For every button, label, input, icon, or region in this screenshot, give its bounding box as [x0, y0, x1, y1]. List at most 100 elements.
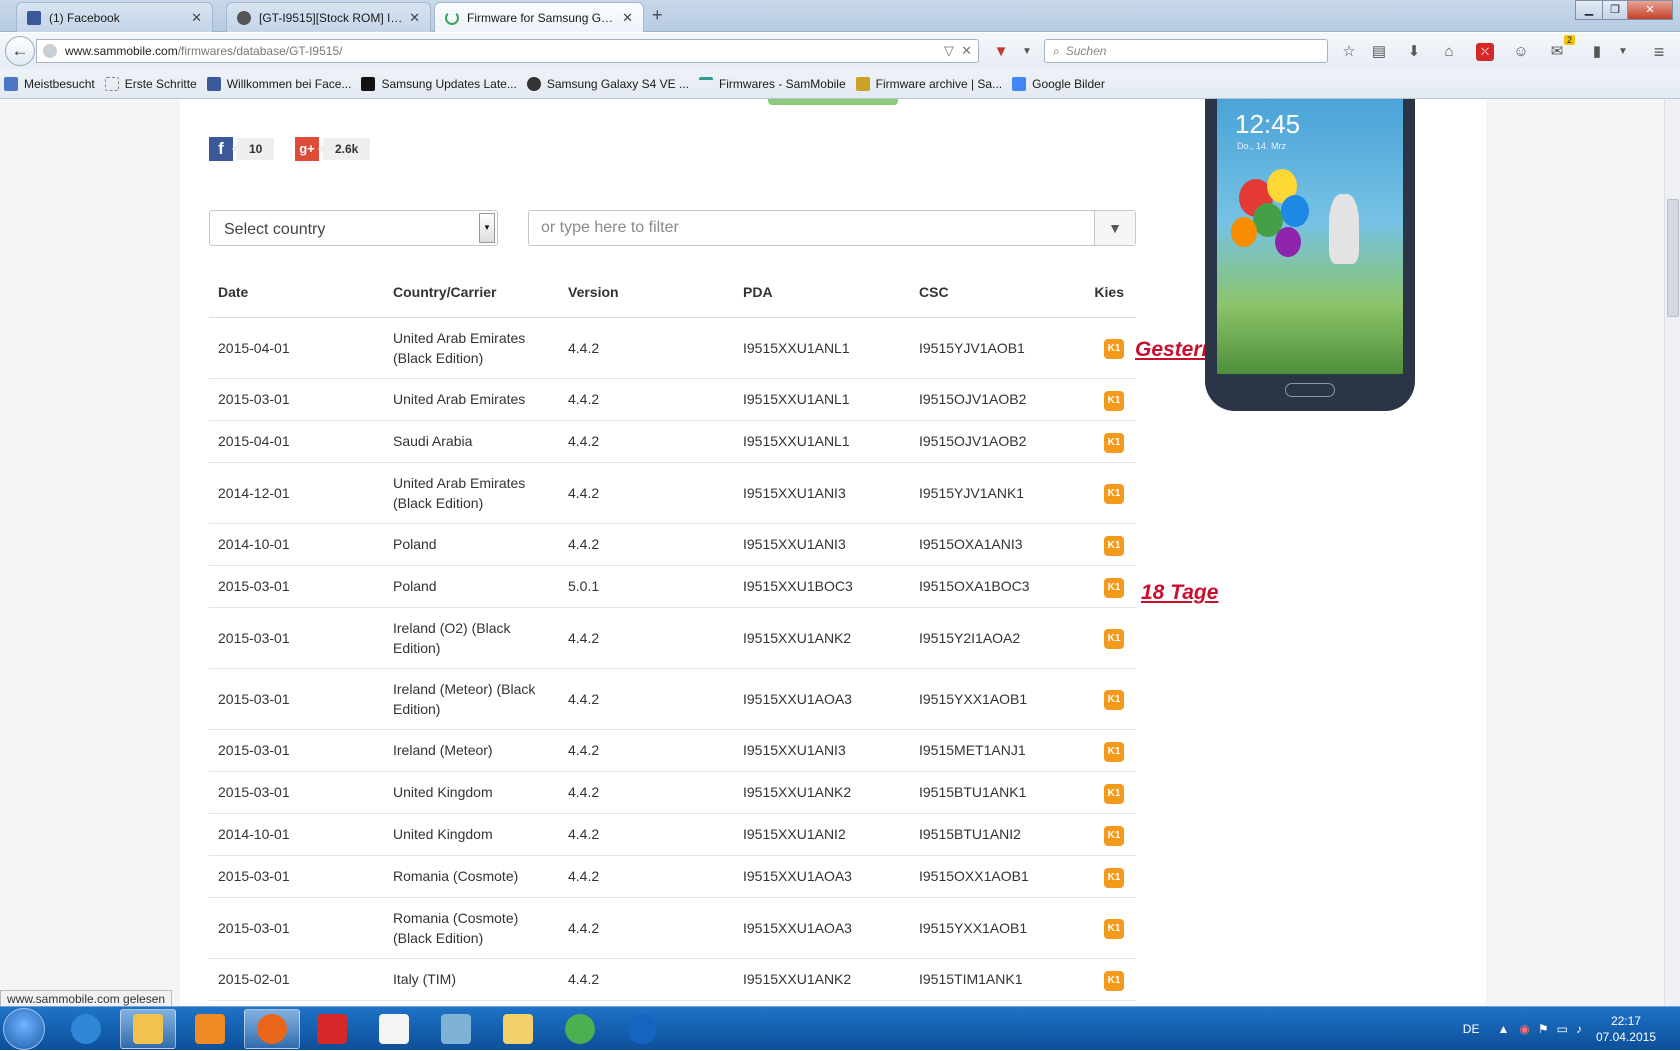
home-icon[interactable]: ⌂ [1440, 43, 1458, 61]
bookmark-galaxy-s4[interactable]: Samsung Galaxy S4 VE ... [526, 76, 689, 91]
adblock-icon[interactable]: ▼ [992, 43, 1010, 61]
cell-csc: I9515OXA1ANI3 [910, 523, 1076, 566]
chevron-down-icon[interactable]: ▼ [1018, 43, 1036, 61]
chevron-down-icon[interactable]: ▼ [1614, 43, 1632, 61]
close-window-button[interactable]: ✕ [1627, 0, 1673, 20]
menu-icon[interactable]: ≡ [1650, 43, 1668, 61]
taskbar-app-paint-splash[interactable] [304, 1009, 360, 1049]
bookmark-samsung-updates[interactable]: Samsung Updates Late... [361, 76, 517, 91]
star-icon[interactable]: ☆ [1340, 43, 1358, 61]
column-header-date[interactable]: Date [209, 267, 384, 318]
close-icon[interactable]: ✕ [409, 10, 420, 26]
clock[interactable]: 22:17 07.04.2015 [1596, 1013, 1656, 1045]
back-button[interactable]: ← [5, 36, 35, 66]
tab-strip: (1) Facebook ✕ [GT-I9515][Stock ROM] I95… [0, 0, 1680, 32]
tab-stock-rom[interactable]: [GT-I9515][Stock ROM] I95... ✕ [226, 2, 431, 32]
cell-version: 4.4.2 [559, 668, 734, 730]
flag-icon[interactable]: ⚑ [1538, 1022, 1549, 1036]
page-icon [104, 76, 119, 91]
kies-icon[interactable]: K1 [1104, 825, 1124, 846]
reading-list-icon[interactable]: ▤ [1370, 43, 1388, 61]
dropdown-icon[interactable]: ▽ [944, 43, 954, 58]
column-header-version[interactable]: Version [559, 267, 734, 318]
search-bar[interactable]: ⌕ Suchen [1044, 39, 1328, 63]
chevron-up-icon[interactable]: ▲ [1497, 1022, 1509, 1036]
maximize-button[interactable]: ❐ [1602, 0, 1628, 20]
taskbar-app-chrome[interactable] [552, 1009, 608, 1049]
bookmark-label: Erste Schritte [124, 76, 197, 91]
cell-csc: I9515MET1ANJ1 [910, 729, 1076, 772]
taskbar-app-media-player[interactable] [182, 1009, 238, 1049]
cell-pda: I9515XXU1ANI3 [734, 729, 910, 772]
close-icon[interactable]: ✕ [191, 10, 202, 26]
bookmark-firmware-archive[interactable]: Firmware archive | Sa... [855, 76, 1002, 91]
taskbar-app-folder[interactable] [490, 1009, 546, 1049]
cell-country: Romania (Cosmote) (Black Edition) [384, 897, 559, 959]
kies-icon[interactable]: K1 [1104, 919, 1124, 939]
cell-pda: I9515XXU1AOA3 [734, 897, 910, 959]
volume-icon[interactable]: ♪ [1576, 1022, 1582, 1036]
kies-icon[interactable]: K1 [1104, 484, 1124, 504]
table-row: 2015-03-01 Ireland (O2) (Black Edition) 4.… [209, 607, 1136, 669]
filter-input[interactable] [529, 211, 1089, 245]
kies-icon[interactable]: K1 [1104, 339, 1124, 359]
minimize-button[interactable]: ▁ [1575, 0, 1603, 20]
table-row: 2015-03-01 United Arab Emirates 4.4.2 I9515… [209, 378, 1136, 421]
kies-icon[interactable]: K1 [1104, 970, 1124, 991]
tab-firmware[interactable]: Firmware for Samsung GT-... ✕ [434, 2, 644, 32]
notification-icon[interactable]: ✉ [1548, 43, 1566, 61]
bookmark-erste-schritte[interactable]: Erste Schritte [104, 76, 197, 91]
download-button-edge[interactable] [768, 99, 898, 105]
kies-icon[interactable]: K1 [1104, 390, 1124, 411]
language-indicator[interactable]: DE [1463, 1022, 1480, 1036]
taskbar-app-google-earth[interactable] [614, 1009, 670, 1049]
ie-icon [71, 1014, 101, 1044]
chat-icon[interactable]: ☺ [1512, 43, 1530, 61]
pdf-icon[interactable]: ⛌ [1476, 43, 1494, 61]
antivirus-icon[interactable]: ◉ [1519, 1022, 1529, 1036]
kies-icon[interactable]: K1 [1104, 690, 1124, 710]
clipboard-icon[interactable]: ▮ [1588, 43, 1606, 61]
cell-pda: I9515XXU1ANL1 [734, 420, 910, 463]
bookmark-meistbesucht[interactable]: Meistbesucht [4, 76, 95, 91]
url-bar[interactable]: www.sammobile.com/firmwares/database/GT-… [36, 39, 979, 63]
scrollbar-thumb[interactable] [1667, 199, 1679, 317]
kies-icon[interactable]: K1 [1104, 783, 1124, 804]
kies-icon[interactable]: K1 [1104, 432, 1124, 453]
column-header-kies[interactable]: Kies [1076, 267, 1136, 318]
close-icon[interactable]: ✕ [622, 10, 633, 26]
taskbar-app-firefox[interactable] [244, 1009, 300, 1049]
chevron-down-icon[interactable]: ▼ [479, 213, 495, 243]
column-header-country[interactable]: Country/Carrier [384, 267, 559, 318]
column-header-csc[interactable]: CSC [910, 267, 1076, 318]
kies-icon[interactable]: K1 [1104, 629, 1124, 649]
kies-icon[interactable]: K1 [1104, 535, 1124, 556]
table-row: 2015-03-01 Ireland (Meteor) 4.4.2 I9515XXU1… [209, 729, 1136, 772]
tab-facebook[interactable]: (1) Facebook ✕ [16, 2, 213, 32]
country-select-value: Select country [224, 221, 326, 238]
start-button[interactable] [3, 1008, 45, 1050]
taskbar-app-ie[interactable] [58, 1009, 114, 1049]
kies-icon[interactable]: K1 [1104, 867, 1124, 888]
kies-icon[interactable]: K1 [1104, 577, 1124, 598]
taskbar-app-explorer[interactable] [120, 1009, 176, 1049]
country-select[interactable]: Select country ▼ [209, 210, 498, 246]
column-header-pda[interactable]: PDA [734, 267, 910, 318]
bookmark-firmwares-sammobile[interactable]: Firmwares - SamMobile [698, 76, 846, 91]
new-tab-button[interactable]: + [652, 5, 663, 26]
facebook-share[interactable]: f 10 [209, 137, 275, 161]
cell-pda: I9515XXU1ANK2 [734, 958, 910, 1001]
bookmark-facebook[interactable]: Willkommen bei Face... [206, 76, 351, 91]
bookmark-google-bilder[interactable]: Google Bilder [1012, 76, 1105, 91]
filter-button[interactable]: ▼ [1094, 211, 1135, 245]
taskbar-app-flashtool[interactable] [366, 1009, 422, 1049]
stop-icon[interactable]: ✕ [961, 43, 972, 58]
cell-date: 2015-03-01 [209, 855, 384, 898]
gplus-share[interactable]: g+ 2.6k [295, 137, 371, 161]
vertical-scrollbar[interactable] [1664, 99, 1680, 1006]
cell-pda: I9515XXU1ANI2 [734, 813, 910, 856]
kies-icon[interactable]: K1 [1104, 741, 1124, 762]
network-icon[interactable]: ▭ [1557, 1022, 1568, 1036]
download-icon[interactable]: ⬇ [1405, 43, 1423, 61]
taskbar-app-network[interactable] [428, 1009, 484, 1049]
